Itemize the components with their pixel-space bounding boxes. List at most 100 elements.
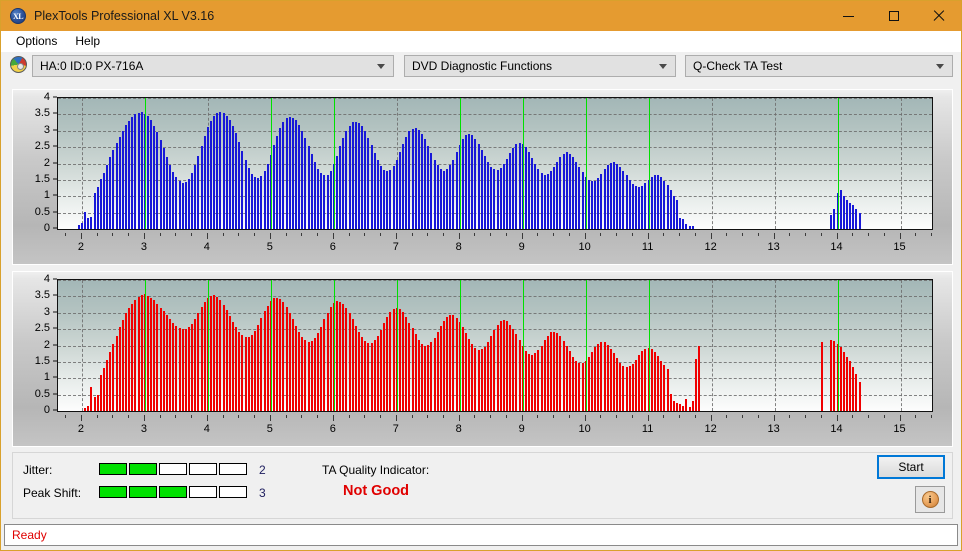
x-axis-tick-label: 5: [266, 241, 273, 253]
x-axis-tick: [490, 233, 492, 236]
maximize-icon: [888, 11, 899, 21]
x-axis-tick: [584, 233, 586, 239]
start-button[interactable]: Start: [877, 455, 945, 479]
jitter-label: Jitter:: [23, 463, 53, 477]
x-axis-tick: [206, 233, 208, 239]
x-axis-tick-label: 3: [140, 423, 147, 435]
x-axis-tick: [852, 233, 854, 236]
x-axis-tick: [773, 233, 775, 239]
x-axis-tick: [663, 233, 665, 236]
x-axis-tick: [80, 233, 82, 239]
test-select-value: Q-Check TA Test: [693, 59, 783, 73]
x-axis-tick-label: 10: [578, 241, 591, 253]
x-axis-tick-label: 14: [830, 241, 843, 253]
x-axis-tick: [757, 415, 759, 418]
sector-marker: [333, 98, 336, 229]
x-axis-tick: [364, 233, 366, 236]
y-axis-tick-label: 1: [43, 189, 50, 202]
selector-row: HA:0 ID:0 PX-716A DVD Diagnostic Functio…: [1, 52, 961, 80]
y-axis-tick-label: 2.5: [34, 322, 50, 335]
x-axis-tick: [301, 233, 303, 236]
x-axis-tick: [742, 233, 744, 236]
x-axis-tick: [301, 415, 303, 418]
x-axis-tick-label: 13: [767, 423, 780, 435]
menu-item-options[interactable]: Options: [7, 32, 66, 51]
x-axis-tick-label: 5: [266, 423, 273, 435]
x-axis-tick-label: 9: [518, 423, 525, 435]
x-axis-tick: [647, 415, 649, 421]
info-button[interactable]: i: [915, 486, 945, 513]
y-axis-tick-label: 3.5: [34, 289, 50, 302]
sector-marker: [522, 280, 525, 411]
x-axis-tick: [348, 415, 350, 418]
x-axis-tick: [537, 415, 539, 418]
test-select[interactable]: Q-Check TA Test: [685, 55, 953, 77]
y-axis-tick-label: 2: [43, 338, 50, 351]
jitter-chart-plot: [57, 97, 933, 230]
x-axis-tick: [474, 415, 476, 418]
chevron-down-icon: [936, 64, 944, 69]
x-axis-tick: [647, 233, 649, 239]
meter-segment: [99, 486, 127, 498]
title-bar: XL PlexTools Professional XL V3.16: [1, 1, 961, 31]
results-panel: Jitter: 2 Peak Shift: 3 TA Quality Indic…: [12, 452, 953, 519]
window-controls: [826, 1, 961, 31]
drive-select[interactable]: HA:0 ID:0 PX-716A: [32, 55, 394, 77]
x-axis-tick: [458, 415, 460, 421]
x-axis-tick: [820, 415, 822, 418]
x-axis-tick-label: 6: [329, 241, 336, 253]
x-axis-tick: [616, 415, 618, 418]
x-axis-tick: [836, 233, 838, 239]
menu-item-help[interactable]: Help: [66, 32, 109, 51]
x-axis-tick: [883, 415, 885, 418]
x-axis-tick: [505, 415, 507, 418]
x-axis-tick: [159, 415, 161, 418]
jitter-chart-y-axis: 0 0.5 1 1.5 2 2.5 3 3.5 4: [13, 90, 57, 237]
app-logo-icon: XL: [10, 8, 26, 24]
sector-marker: [648, 280, 651, 411]
x-axis-tick-label: 9: [518, 241, 525, 253]
peak-shift-chart-panel: 0 0.5 1 1.5 2 2.5 3 3.5 4 2 3 4 5 6 7 8 9 10 11 12 13 14 15: [12, 271, 953, 447]
meter-segment: [189, 463, 217, 475]
meter-segment: [129, 463, 157, 475]
sector-marker: [207, 280, 210, 411]
x-axis-tick-label: 2: [77, 241, 84, 253]
x-axis-tick: [726, 233, 728, 236]
x-axis-tick: [789, 233, 791, 236]
x-axis-tick: [915, 233, 917, 236]
x-axis-tick: [726, 415, 728, 418]
jitter-meter: [99, 463, 247, 475]
x-axis-tick: [395, 415, 397, 421]
x-axis-tick-label: 11: [641, 423, 654, 435]
y-axis-tick-label: 3: [43, 305, 50, 318]
x-axis-tick: [789, 415, 791, 418]
sector-marker: [837, 280, 840, 411]
x-axis-tick: [442, 415, 444, 418]
maximize-button[interactable]: [871, 1, 916, 31]
function-select[interactable]: DVD Diagnostic Functions: [404, 55, 676, 77]
x-axis-tick: [852, 415, 854, 418]
sector-marker: [585, 98, 588, 229]
x-axis-tick: [380, 415, 382, 418]
x-axis-tick: [380, 233, 382, 236]
minimize-button[interactable]: [826, 1, 871, 31]
x-axis-tick: [395, 233, 397, 239]
y-axis-tick-label: 3: [43, 123, 50, 136]
x-axis-tick-label: 15: [893, 241, 906, 253]
x-axis-tick-label: 2: [77, 423, 84, 435]
x-axis-tick-label: 8: [455, 241, 462, 253]
sector-marker: [459, 280, 462, 411]
x-axis-tick: [427, 233, 429, 236]
x-axis-tick-label: 12: [704, 423, 717, 435]
peak-shift-chart-y-axis: 0 0.5 1 1.5 2 2.5 3 3.5 4: [13, 272, 57, 419]
close-button[interactable]: [916, 1, 961, 31]
drive-select-value: HA:0 ID:0 PX-716A: [40, 59, 144, 73]
x-axis-tick-label: 13: [767, 241, 780, 253]
x-axis-tick: [584, 415, 586, 421]
jitter-chart-panel: 0 0.5 1 1.5 2 2.5 3 3.5 4 2 3 4 5 6 7 8 9 10 11 12 13 14 15: [12, 89, 953, 265]
x-axis-tick: [159, 233, 161, 236]
function-select-value: DVD Diagnostic Functions: [412, 59, 553, 73]
x-axis-tick: [238, 415, 240, 418]
x-axis-tick: [899, 415, 901, 421]
x-axis-tick: [820, 233, 822, 236]
